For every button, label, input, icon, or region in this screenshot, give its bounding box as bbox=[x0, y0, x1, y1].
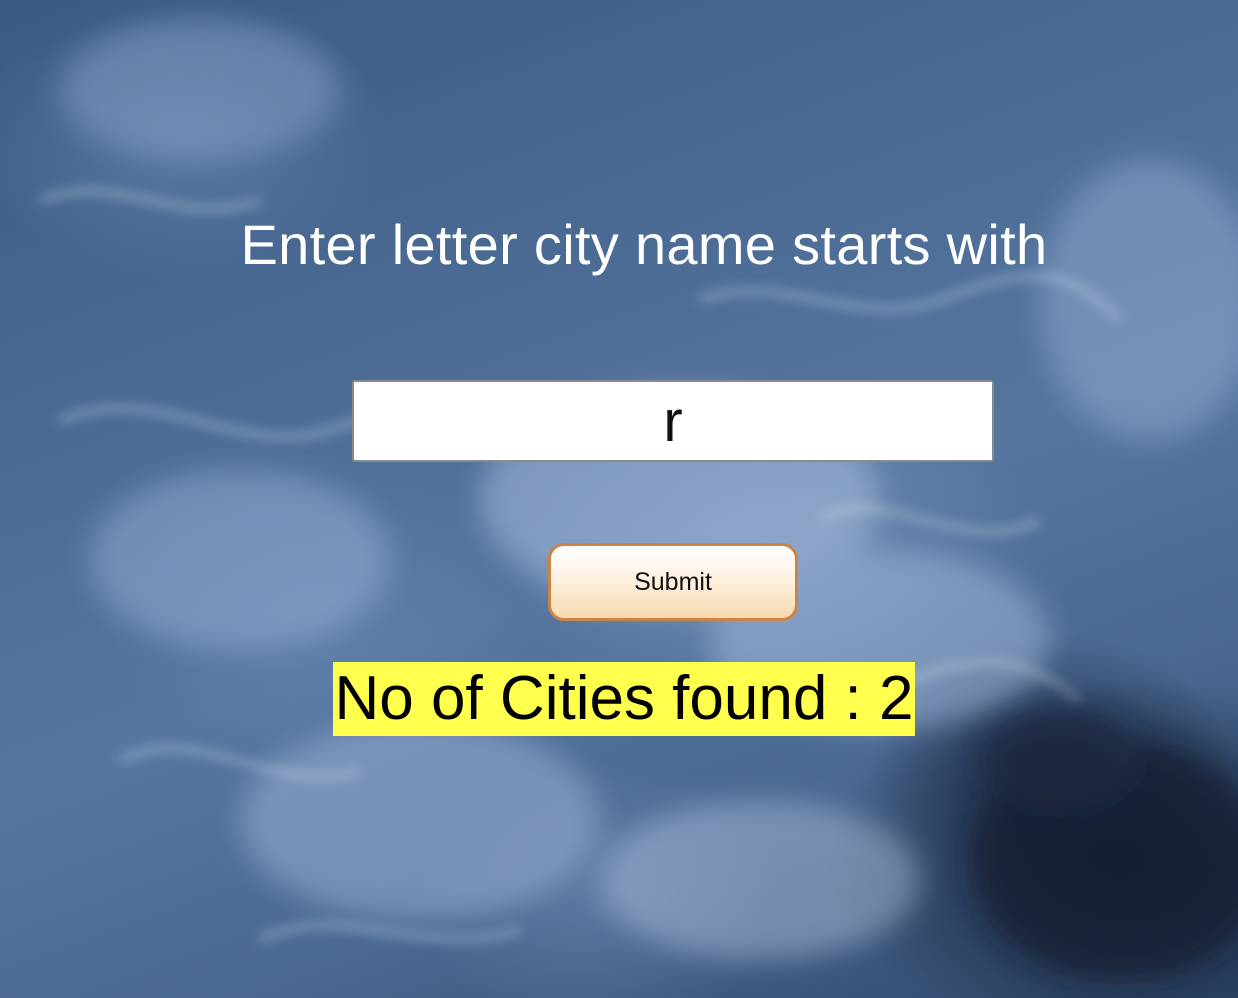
submit-button[interactable]: Submit bbox=[548, 543, 798, 621]
result-container: No of Cities found : 2 bbox=[0, 662, 1238, 736]
ocean-background bbox=[39, 20, 1238, 980]
city-letter-input[interactable] bbox=[352, 380, 994, 462]
cities-found-result: No of Cities found : 2 bbox=[332, 662, 916, 736]
prompt-heading: Enter letter city name starts with bbox=[240, 213, 1048, 276]
